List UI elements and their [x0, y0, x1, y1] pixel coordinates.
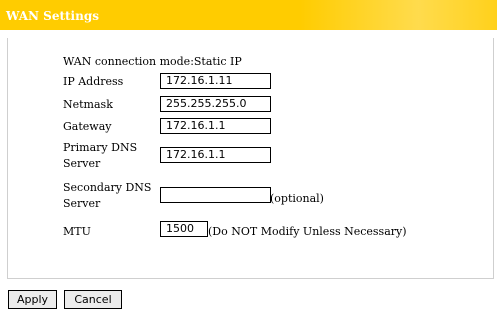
header-sheen: [300, 0, 497, 30]
mtu-field[interactable]: 1500: [160, 221, 208, 237]
apply-button[interactable]: Apply: [8, 290, 57, 309]
primary-dns-label: Primary DNS Server: [63, 141, 138, 170]
connection-mode-text: WAN connection mode:Static IP: [63, 55, 242, 68]
cancel-button[interactable]: Cancel: [64, 290, 122, 309]
primary-dns-field[interactable]: 172.16.1.1: [160, 147, 271, 163]
optional-hint: (optional): [270, 192, 324, 205]
ip-address-label: IP Address: [63, 75, 124, 88]
gateway-label: Gateway: [63, 120, 112, 133]
netmask-field[interactable]: 255.255.255.0: [160, 96, 271, 112]
secondary-dns-field[interactable]: [160, 187, 271, 203]
settings-header: WAN Settings: [0, 0, 497, 30]
page-title: WAN Settings: [6, 9, 99, 23]
netmask-label: Netmask: [63, 98, 113, 111]
gateway-field[interactable]: 172.16.1.1: [160, 118, 271, 134]
mtu-hint: (Do NOT Modify Unless Necessary): [208, 225, 407, 238]
ip-address-field[interactable]: 172.16.1.11: [160, 73, 271, 89]
mtu-label: MTU: [63, 225, 91, 238]
secondary-dns-label: Secondary DNS Server: [63, 181, 152, 210]
